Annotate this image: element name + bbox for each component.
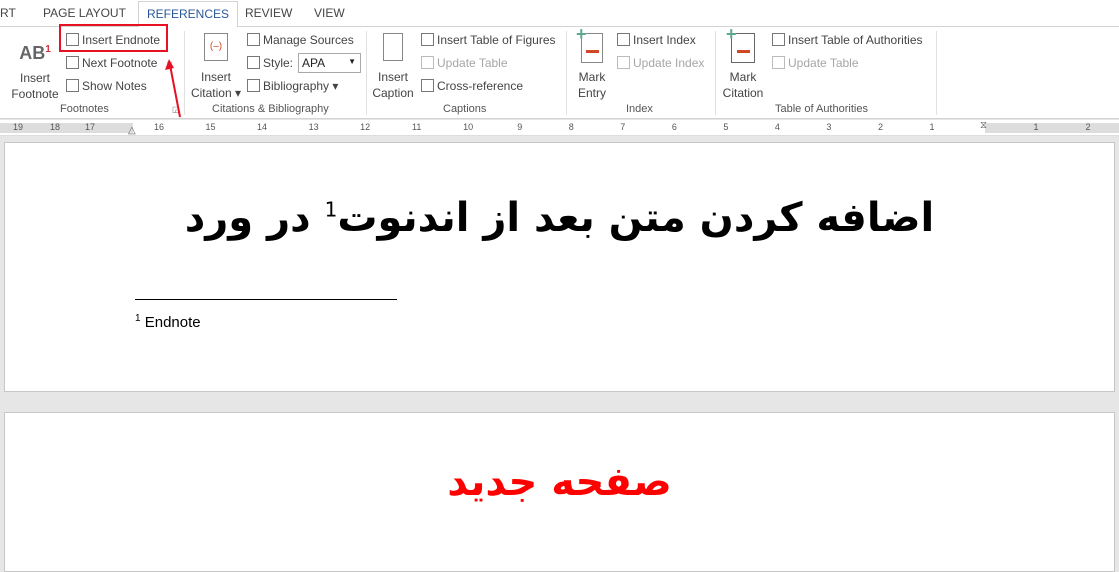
citation-icon: (–) bbox=[204, 33, 228, 61]
endnote-icon bbox=[66, 33, 79, 46]
tab-view[interactable]: VIEW bbox=[314, 6, 345, 20]
ruler-number: 10 bbox=[463, 122, 474, 132]
insert-table-of-authorities-button[interactable]: Insert Table of Authorities bbox=[772, 33, 923, 47]
tab-page-layout[interactable]: PAGE LAYOUT bbox=[43, 6, 126, 20]
ruler-number: 6 bbox=[671, 122, 677, 132]
divider bbox=[184, 31, 185, 115]
endnote: 1 Endnote bbox=[135, 313, 201, 331]
update-table-icon bbox=[421, 56, 434, 69]
mark-citation-button[interactable]: + Mark Citation bbox=[720, 25, 766, 101]
mark-entry-button[interactable]: + Mark Entry bbox=[572, 25, 612, 101]
ruler-number: 16 bbox=[153, 122, 165, 132]
ribbon: AB1 Insert Footnote Insert Endnote Next … bbox=[0, 24, 1119, 119]
update-authorities-table-button[interactable]: Update Table bbox=[772, 56, 859, 70]
divider bbox=[715, 31, 716, 115]
table-of-figures-icon bbox=[421, 33, 434, 46]
ribbon-tabs: RT PAGE LAYOUT REFERENCES REVIEW VIEW bbox=[0, 0, 1119, 28]
ruler-number: 13 bbox=[308, 122, 319, 132]
insert-table-of-figures-button[interactable]: Insert Table of Figures bbox=[421, 33, 556, 47]
group-label-citations: Citations & Bibliography bbox=[212, 103, 329, 115]
ruler-number: 11 bbox=[411, 122, 422, 132]
cross-reference-button[interactable]: Cross-reference bbox=[421, 79, 523, 93]
ruler-number: 8 bbox=[568, 122, 574, 132]
ruler-number: 18 bbox=[49, 122, 61, 132]
ruler-number: 5 bbox=[723, 122, 729, 132]
ruler-number: 2 bbox=[1085, 122, 1091, 132]
show-notes-icon bbox=[66, 79, 79, 92]
style-icon bbox=[247, 56, 260, 69]
document-page-2[interactable]: صفحه جدید bbox=[4, 412, 1115, 572]
tab-insert[interactable]: RT bbox=[0, 6, 16, 20]
endnote-separator bbox=[135, 299, 397, 300]
divider bbox=[936, 31, 937, 115]
ruler-number: 7 bbox=[620, 122, 626, 132]
group-label-index: Index bbox=[626, 103, 653, 115]
ruler-number: 17 bbox=[84, 122, 96, 132]
next-footnote-button[interactable]: Next Footnote▼ bbox=[66, 56, 173, 70]
group-label-captions: Captions bbox=[443, 103, 487, 115]
update-index-icon bbox=[617, 56, 630, 69]
ruler-number: 3 bbox=[826, 122, 832, 132]
table-of-authorities-icon bbox=[772, 33, 785, 46]
chevron-down-icon: ▼ bbox=[348, 57, 356, 66]
insert-endnote-button[interactable]: Insert Endnote bbox=[66, 33, 160, 47]
ruler-number: 14 bbox=[257, 122, 268, 132]
insert-caption-button[interactable]: Insert Caption bbox=[371, 33, 415, 101]
ruler-number: 1 bbox=[929, 122, 935, 132]
cross-reference-icon bbox=[421, 79, 434, 92]
horizontal-ruler[interactable]: 19 18 17 16 15 14 13 12 11 10 9 8 7 6 5 4 3 2 1 1 2 △ ⧖ bbox=[0, 120, 1119, 136]
ruler-number: 9 bbox=[517, 122, 523, 132]
document-heading: اضافه کردن متن بعد از اندنوت1 در ورد bbox=[184, 195, 935, 241]
divider bbox=[566, 31, 567, 115]
mark-citation-icon: + bbox=[726, 25, 755, 63]
ruler-number: 12 bbox=[360, 122, 371, 132]
ruler-number: 15 bbox=[205, 122, 216, 132]
update-table-button[interactable]: Update Table bbox=[421, 56, 508, 70]
document-page-1[interactable]: اضافه کردن متن بعد از اندنوت1 در ورد 1 E… bbox=[4, 142, 1115, 392]
ruler-number: 2 bbox=[877, 122, 883, 132]
page2-heading: صفحه جدید bbox=[447, 459, 672, 505]
indent-marker-icon[interactable]: △ bbox=[128, 125, 136, 136]
red-arrow bbox=[165, 59, 181, 118]
group-label-footnotes: Footnotes bbox=[60, 103, 109, 115]
insert-citation-button[interactable]: (–) Insert Citation ▾ bbox=[190, 33, 242, 101]
caption-icon bbox=[383, 33, 403, 61]
footnote-icon: AB1 bbox=[19, 43, 51, 63]
insert-footnote-button[interactable]: AB1 Insert Footnote bbox=[8, 39, 62, 102]
update-table-icon bbox=[772, 56, 785, 69]
ruler-number: 1 bbox=[1033, 122, 1039, 132]
tab-review[interactable]: REVIEW bbox=[245, 6, 292, 20]
show-notes-button[interactable]: Show Notes bbox=[66, 79, 147, 93]
group-label-table-of-authorities: Table of Authorities bbox=[775, 103, 868, 115]
divider bbox=[366, 31, 367, 115]
manage-sources-icon bbox=[247, 33, 260, 46]
insert-index-icon bbox=[617, 33, 630, 46]
ruler-number: 19 bbox=[12, 122, 24, 132]
bibliography-button[interactable]: Bibliography ▾ bbox=[247, 79, 338, 93]
style-selector: Style: bbox=[247, 56, 293, 70]
next-footnote-icon bbox=[66, 56, 79, 69]
insert-index-button[interactable]: Insert Index bbox=[617, 33, 696, 47]
ruler-margin bbox=[985, 123, 1119, 133]
style-dropdown[interactable]: APA ▼ bbox=[298, 53, 361, 73]
update-index-button[interactable]: Update Index bbox=[617, 56, 704, 70]
right-indent-marker-icon[interactable]: ⧖ bbox=[980, 120, 987, 131]
mark-entry-icon: + bbox=[576, 25, 603, 63]
ruler-number: 4 bbox=[774, 122, 780, 132]
bibliography-icon bbox=[247, 79, 260, 92]
manage-sources-button[interactable]: Manage Sources bbox=[247, 33, 354, 47]
